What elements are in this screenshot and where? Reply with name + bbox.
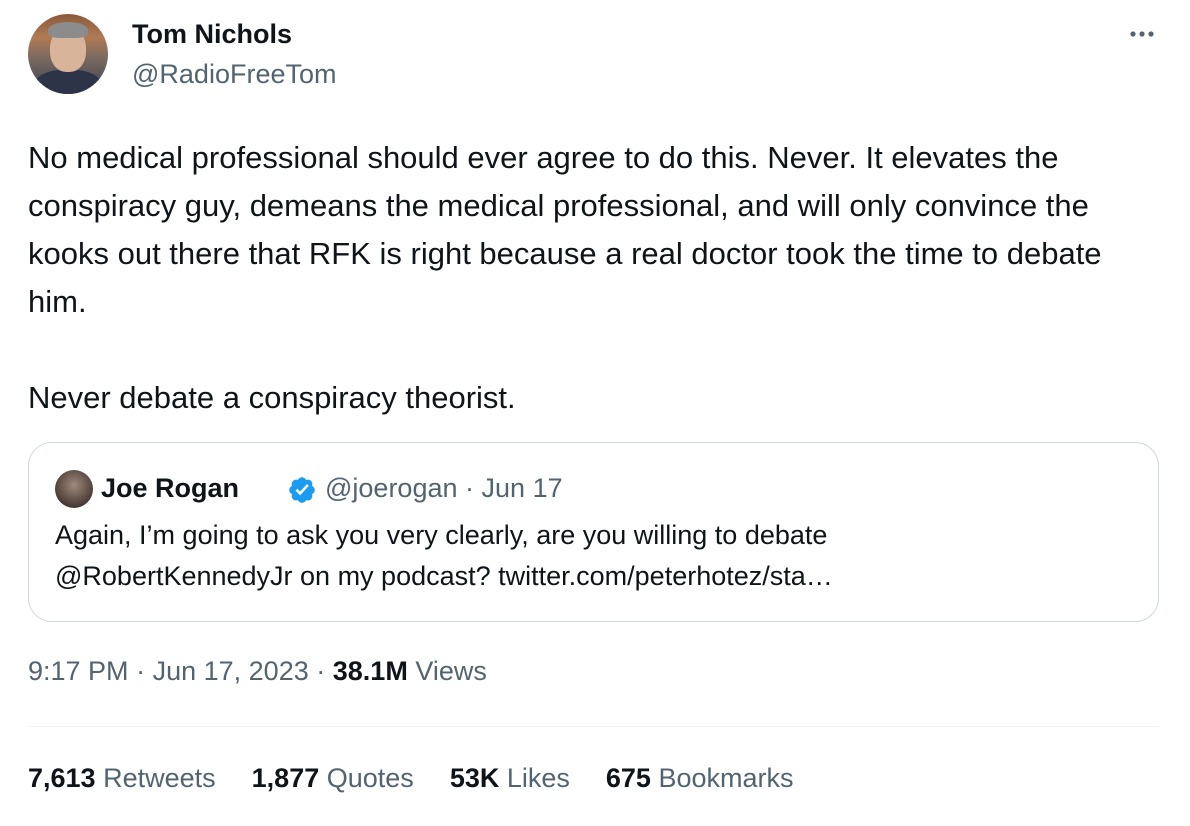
stat-label: Quotes — [326, 763, 414, 793]
tweet-time[interactable]: 9:17 PM — [28, 656, 129, 686]
quoted-author-handle[interactable]: @joerogan — [325, 473, 458, 503]
meta-separator: · — [316, 656, 326, 686]
views-label: Views — [415, 656, 487, 686]
tweet-text: No medical professional should ever agre… — [28, 140, 1102, 415]
quoted-tweet-date[interactable]: Jun 17 — [482, 473, 563, 503]
views-count: 38.1M — [332, 656, 408, 686]
quoted-tweet-card[interactable]: Joe Rogan @joerogan · Jun 17 Again, I’m … — [28, 442, 1159, 622]
tweet-date[interactable]: Jun 17, 2023 — [153, 656, 309, 686]
stat-count: 675 — [605, 763, 651, 793]
quoted-author-name[interactable]: Joe Rogan — [101, 473, 239, 504]
retweets-stat[interactable]: 7,613 Retweets — [28, 763, 216, 794]
bookmarks-stat[interactable]: 675 Bookmarks — [606, 763, 794, 794]
stat-label: Bookmarks — [658, 763, 794, 793]
engagement-stats: 7,613 Retweets 1,877 Quotes 53K Likes 675 B… — [28, 763, 830, 794]
stat-label: Likes — [506, 763, 570, 793]
stat-count: 1,877 — [251, 763, 320, 793]
quoted-tweet-text: Again, I’m going to ask you very clearly… — [55, 520, 833, 591]
quoted-tweet-meta: @joerogan · Jun 17 — [325, 473, 563, 504]
author-handle[interactable]: @RadioFreeTom — [132, 59, 336, 90]
tweet-header: Tom Nichols @RadioFreeTom — [28, 14, 1162, 96]
stat-count: 7,613 — [28, 763, 96, 793]
author-avatar[interactable] — [28, 14, 108, 94]
tweet-timestamp-row: 9:17 PM · Jun 17, 2023 · 38.1M Views — [28, 656, 487, 687]
verified-badge-icon[interactable] — [287, 475, 317, 505]
more-horizontal-icon[interactable] — [1126, 22, 1158, 46]
author-name[interactable]: Tom Nichols — [132, 19, 292, 50]
divider — [28, 726, 1159, 727]
quotes-stat[interactable]: 1,877 Quotes — [252, 763, 414, 794]
stat-count: 53K — [449, 763, 500, 793]
meta-separator: · — [136, 656, 146, 686]
stat-label: Retweets — [103, 763, 216, 793]
likes-stat[interactable]: 53K Likes — [450, 763, 570, 794]
meta-separator: · — [465, 473, 475, 503]
quoted-author-avatar[interactable] — [55, 470, 93, 508]
